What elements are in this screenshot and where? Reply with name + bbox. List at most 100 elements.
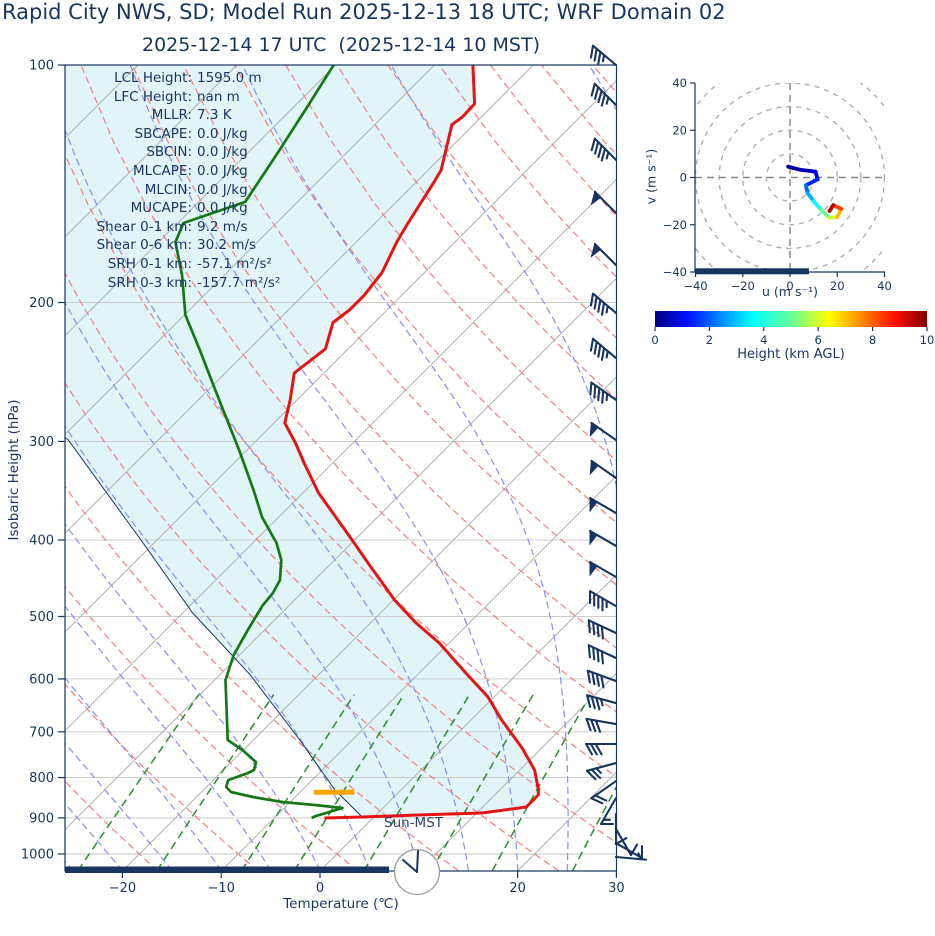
- mixing-ratio-line: [156, 694, 275, 871]
- mixing-ratio-line: [77, 694, 200, 871]
- hodograph-panel: −40−40−20−200020204040: [663, 76, 892, 293]
- pressure-tick-label: 500: [29, 610, 54, 625]
- wind-barb-icon: [587, 644, 618, 665]
- wind-barb-icon: [584, 742, 618, 756]
- pressure-tick-label: 400: [29, 534, 54, 549]
- wind-barb-icon: [588, 529, 618, 548]
- colorbar-gradient: [655, 311, 927, 327]
- stat-label: SRH 0-3 km:: [107, 274, 192, 291]
- stat-row: SRH 0-1 km: -57.1 m²/s²: [74, 255, 280, 274]
- wind-barb-icon: [587, 619, 618, 640]
- stat-row: MUCAPE: 0.0 J/kg: [74, 199, 280, 218]
- hodograph-v-axis-label: v (m s⁻¹): [643, 148, 659, 205]
- stat-row: MLCIN: 0.0 J/kg: [74, 181, 280, 200]
- hodograph-trace-segment: [803, 177, 820, 188]
- wind-barb-icon: [589, 381, 618, 404]
- height-colorbar: 0 2 4 6 8 10: [651, 311, 934, 347]
- stat-row: LFC Height: nan m: [74, 88, 280, 107]
- stat-row: LCL Height: 1595.0 m: [74, 69, 280, 88]
- stat-value: 0.0 J/kg: [197, 162, 248, 179]
- hodograph-v-tick-label: −20: [663, 218, 687, 232]
- stat-value: nan m: [197, 88, 240, 105]
- sun-time-label: Sun-MST: [384, 815, 444, 831]
- stat-value: 0.0 J/kg: [197, 181, 248, 198]
- stat-label: MLCIN:: [144, 181, 192, 198]
- wind-barb-icon: [588, 590, 618, 612]
- sounding-stats-block: LCL Height: 1595.0 m LFC Height: nan m MLLR:…: [74, 69, 281, 293]
- stat-label: SRH 0-1 km:: [107, 255, 192, 272]
- colorbar-tick-label: 8: [869, 333, 876, 347]
- y-axis-label: Isobaric Height (hPa): [6, 399, 22, 541]
- stat-value: 0.0 J/kg: [197, 200, 248, 217]
- colorbar-tick-label: 10: [920, 333, 935, 347]
- pressure-tick-label: 700: [29, 725, 54, 740]
- stat-value: 1595.0 m: [197, 70, 262, 86]
- stat-row: SRH 0-3 km: -157.7 m²/s²: [74, 274, 281, 293]
- stat-label: MLCAPE:: [132, 162, 192, 179]
- temperature-tick-label: 20: [509, 881, 526, 896]
- stat-value: 0.0 J/kg: [197, 144, 248, 161]
- pressure-tick-label: 100: [29, 59, 54, 74]
- surface-ground-bar: [65, 866, 389, 873]
- stat-value: 7.3 K: [197, 107, 232, 124]
- hodograph-u-axis-label: u (m s⁻¹): [762, 284, 818, 299]
- hodograph-trace-segment: [798, 167, 818, 174]
- page-title: Rapid City NWS, SD; Model Run 2025-12-13…: [2, 0, 726, 24]
- wind-barb-icon: [589, 292, 618, 316]
- stat-value: 30.2 m/s: [197, 237, 257, 254]
- isotherm-line: [616, 870, 617, 871]
- stat-label: MUCAPE:: [130, 200, 192, 217]
- stat-row: Shear 0-6 km: 30.2 m/s: [74, 236, 280, 255]
- colorbar-tick-label: 6: [815, 333, 822, 347]
- wind-barb-icon: [614, 841, 644, 860]
- wind-barb-icon: [585, 694, 618, 711]
- valid-time-subtitle: 2025-12-14 17 UTC (2025-12-14 10 MST): [142, 34, 540, 56]
- wind-barb-icon: [585, 717, 618, 733]
- pressure-tick-label: 600: [29, 672, 54, 687]
- colorbar-tick-label: 4: [760, 333, 767, 347]
- temperature-tick-label: 0: [316, 881, 324, 896]
- dry-adiabat-line: [489, 65, 617, 217]
- stat-value: 0.0 J/kg: [197, 125, 248, 142]
- wind-barb-icon: [589, 337, 618, 361]
- skewt-figure: 1002003004005006007008009001000−20−10010…: [0, 0, 935, 936]
- hodograph-v-tick-label: −40: [663, 265, 687, 279]
- colorbar-tick-label: 0: [651, 333, 658, 347]
- stat-label: LCL Height:: [114, 70, 192, 86]
- sun-clock-icon: [393, 848, 441, 896]
- stat-label: Shear 0-1 km:: [96, 218, 192, 235]
- stat-label: MLLR:: [151, 107, 192, 124]
- pressure-tick-label: 900: [29, 811, 54, 826]
- hodograph-trace-segment: [827, 203, 836, 213]
- colorbar-tick-label: 2: [706, 333, 713, 347]
- stat-value: -157.7 m²/s²: [197, 274, 281, 291]
- hodograph-v-tick-label: 0: [680, 171, 687, 185]
- colorbar-label: Height (km AGL): [737, 347, 845, 362]
- moist-adiabat-line: [715, 65, 826, 871]
- stat-value: -57.1 m²/s²: [197, 255, 272, 272]
- stat-row: SBCAPE: 0.0 J/kg: [74, 125, 280, 144]
- stat-label: SBCAPE:: [134, 125, 192, 142]
- temperature-tick-label: 30: [608, 881, 625, 896]
- stat-row: MLCAPE: 0.0 J/kg: [74, 162, 280, 181]
- wind-barb-icon: [589, 421, 618, 442]
- pressure-tick-label: 300: [29, 435, 54, 450]
- wind-barb-icon: [589, 459, 618, 480]
- temperature-tick-label: −20: [109, 881, 136, 896]
- wind-barb-icon: [590, 242, 618, 267]
- pressure-tick-label: 1000: [21, 848, 54, 863]
- stat-value: 9.2 m/s: [197, 218, 248, 235]
- hodograph-ground-bar: [695, 268, 809, 275]
- stat-row: Shear 0-1 km: 9.2 m/s: [74, 218, 280, 237]
- hodograph-v-tick-label: 20: [672, 123, 687, 137]
- temperature-tick-label: −10: [207, 881, 234, 896]
- hodograph-v-tick-label: 40: [672, 76, 687, 90]
- x-axis-label: Temperature (℃): [283, 896, 399, 912]
- stat-label: Shear 0-6 km:: [96, 237, 192, 254]
- pressure-tick-label: 200: [29, 296, 54, 311]
- stat-label: SBCIN:: [146, 144, 192, 161]
- stat-label: LFC Height:: [113, 88, 192, 105]
- stat-row: MLLR: 7.3 K: [74, 106, 280, 125]
- pressure-tick-label: 800: [29, 771, 54, 786]
- stat-row: SBCIN: 0.0 J/kg: [74, 143, 280, 162]
